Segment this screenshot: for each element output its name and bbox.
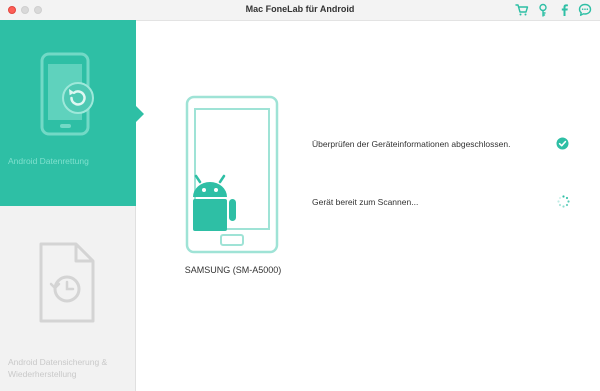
device-name: SAMSUNG (SM-A5000) xyxy=(184,265,282,275)
sidebar-item-label: Android Datensicherung & Wiederherstellu… xyxy=(8,357,108,379)
active-indicator-arrow xyxy=(136,106,144,122)
sidebar-item-android-datenrettung[interactable]: Android Datenrettung xyxy=(0,20,144,206)
cart-icon[interactable] xyxy=(515,3,529,17)
phone-icon xyxy=(185,95,279,254)
key-icon[interactable] xyxy=(536,3,550,17)
sidebar: Android Datenrettung Android Datensicher… xyxy=(0,20,144,391)
chat-icon[interactable] xyxy=(578,3,592,17)
sidebar-item-label: Android Datenrettung xyxy=(8,156,89,166)
facebook-icon[interactable] xyxy=(557,3,571,17)
device-illustration xyxy=(184,95,280,255)
status-text-device-info: Überprüfen der Geräteinformationen abges… xyxy=(312,139,511,149)
check-circle-icon xyxy=(556,137,569,150)
phone-restore-icon xyxy=(40,52,94,136)
sidebar-item-android-datensicherung[interactable]: Android Datensicherung & Wiederherstellu… xyxy=(0,206,136,391)
spinner-icon xyxy=(557,195,570,208)
status-text-scan-ready: Gerät bereit zum Scannen... xyxy=(312,197,419,207)
file-backup-icon xyxy=(39,242,95,323)
title-bar: Mac FoneLab für Android xyxy=(0,0,600,21)
toolbar-icons xyxy=(515,3,592,17)
window-title: Mac FoneLab für Android xyxy=(245,4,355,14)
